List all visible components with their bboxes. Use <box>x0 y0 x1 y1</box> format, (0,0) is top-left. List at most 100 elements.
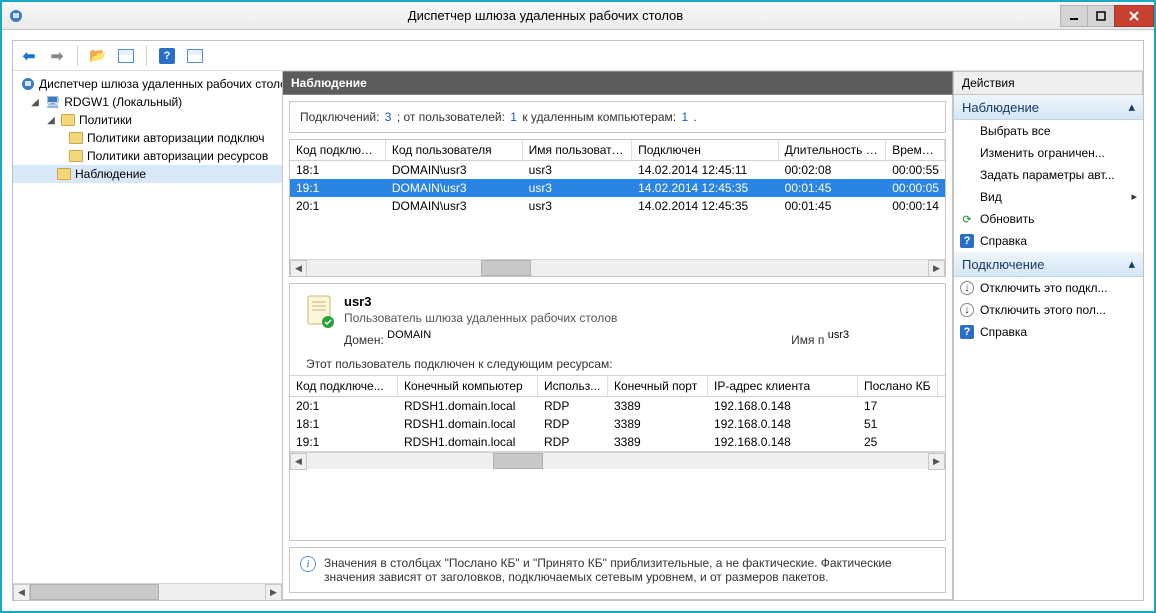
window-controls <box>1061 5 1154 27</box>
close-button[interactable] <box>1114 5 1154 27</box>
table-cell: 17 <box>858 397 938 415</box>
table-cell: 192.168.0.148 <box>708 433 858 451</box>
column-header[interactable]: Использ... <box>538 376 608 396</box>
table-cell: DOMAIN\usr3 <box>386 179 523 197</box>
summary-value: 1 <box>681 110 688 124</box>
resources-grid: Код подключе...Конечный компьютерИспольз… <box>290 375 945 452</box>
action-item[interactable]: Изменить ограничен... <box>954 142 1143 164</box>
tree[interactable]: Диспетчер шлюза удаленных рабочих столов… <box>13 71 282 583</box>
table-cell: RDP <box>538 433 608 451</box>
column-header[interactable]: Код пользователя <box>386 140 523 160</box>
table-cell: 25 <box>858 433 938 451</box>
tree-hscroll[interactable]: ◀ ▶ <box>13 583 282 600</box>
group-title: Подключение <box>962 257 1044 272</box>
actions-group-monitoring[interactable]: Наблюдение ▴ <box>954 95 1143 120</box>
action-item[interactable]: ↓Отключить это подкл... <box>954 277 1143 299</box>
panel-button[interactable] <box>185 46 205 66</box>
detail-box: usr3 Пользователь шлюза удаленных рабочи… <box>289 283 946 541</box>
scroll-thumb[interactable] <box>481 260 531 276</box>
column-header[interactable]: Длительность по... <box>779 140 887 160</box>
column-header[interactable]: Код подключен... <box>290 140 386 160</box>
scroll-left-button[interactable]: ◀ <box>290 453 307 470</box>
action-item[interactable]: ⟳Обновить <box>954 208 1143 230</box>
info-icon: i <box>300 556 316 572</box>
nav-forward-button[interactable]: ➡ <box>47 46 67 66</box>
column-header[interactable]: Время ... <box>886 140 945 160</box>
table-row[interactable]: 20:1RDSH1.domain.localRDP3389192.168.0.1… <box>290 397 945 415</box>
folder-icon <box>69 132 83 144</box>
name-value: usr3 <box>828 329 849 341</box>
table-cell: 00:01:45 <box>779 179 887 197</box>
table-cell: 19:1 <box>290 179 386 197</box>
table-row[interactable]: 18:1DOMAIN\usr3usr314.02.2014 12:45:1100… <box>290 161 945 179</box>
table-cell: 00:00:05 <box>886 179 945 197</box>
actions-group-connection[interactable]: Подключение ▴ <box>954 252 1143 277</box>
tree-root[interactable]: Диспетчер шлюза удаленных рабочих столов <box>13 75 282 93</box>
help-button[interactable]: ? <box>157 46 177 66</box>
toolbar: ⬅ ➡ 📂 ? <box>13 41 1143 71</box>
action-item[interactable]: ?Справка <box>954 321 1143 343</box>
maximize-button[interactable] <box>1087 5 1115 27</box>
grid-hscroll[interactable]: ◀ ▶ <box>290 259 945 276</box>
collapse-icon[interactable]: ◢ <box>45 115 57 126</box>
tree-server[interactable]: ◢ 🖥 RDGW1 (Локальный) <box>13 93 282 111</box>
detail-hscroll[interactable]: ◀ ▶ <box>290 452 945 469</box>
minimize-button[interactable] <box>1060 5 1088 27</box>
scroll-left-button[interactable]: ◀ <box>290 260 307 277</box>
table-cell: RDP <box>538 415 608 433</box>
tree-label: Диспетчер шлюза удаленных рабочих столов <box>39 77 282 91</box>
scroll-right-button[interactable]: ▶ <box>265 584 282 601</box>
name-label: Имя п <box>791 333 824 347</box>
toolbar-separator <box>146 46 147 66</box>
window-title: Диспетчер шлюза удаленных рабочих столов <box>30 8 1061 23</box>
table-row[interactable]: 19:1RDSH1.domain.localRDP3389192.168.0.1… <box>290 433 945 451</box>
app-window: Диспетчер шлюза удаленных рабочих столов… <box>0 0 1156 613</box>
collapse-icon[interactable]: ◢ <box>29 97 41 108</box>
collapse-icon: ▴ <box>1128 256 1135 272</box>
action-item[interactable]: ↓Отключить этого пол... <box>954 299 1143 321</box>
scroll-track[interactable] <box>30 584 265 600</box>
scroll-thumb[interactable] <box>30 584 159 600</box>
scroll-track[interactable] <box>307 453 928 469</box>
action-item[interactable]: Задать параметры авт... <box>954 164 1143 186</box>
detail-username: usr3 <box>344 294 929 309</box>
action-item[interactable]: ?Справка <box>954 230 1143 252</box>
column-header[interactable]: Код подключе... <box>290 376 398 396</box>
summary-label: к удаленным компьютерам: <box>522 110 676 124</box>
table-row[interactable]: 19:1DOMAIN\usr3usr314.02.2014 12:45:3500… <box>290 179 945 197</box>
action-item[interactable]: Вид <box>954 186 1143 208</box>
tree-monitoring[interactable]: Наблюдение <box>13 165 282 183</box>
scroll-right-button[interactable]: ▶ <box>928 260 945 277</box>
table-row[interactable]: 20:1DOMAIN\usr3usr314.02.2014 12:45:3500… <box>290 197 945 215</box>
scroll-left-button[interactable]: ◀ <box>13 584 30 601</box>
column-header[interactable]: IP-адрес клиента <box>708 376 858 396</box>
column-header[interactable]: Конечный порт <box>608 376 708 396</box>
summary-box: Подключений: 3 ; от пользователей: 1 к у… <box>289 101 946 133</box>
grid-header: Код подключен...Код пользователяИмя поль… <box>290 140 945 161</box>
up-folder-button[interactable]: 📂 <box>88 46 108 66</box>
main-frame: ⬅ ➡ 📂 ? <box>12 40 1144 601</box>
folder-icon <box>61 114 75 126</box>
scroll-track[interactable] <box>307 260 928 276</box>
scroll-thumb[interactable] <box>493 453 543 469</box>
table-cell: 192.168.0.148 <box>708 397 858 415</box>
tree-label: Наблюдение <box>75 167 146 181</box>
table-row[interactable]: 18:1RDSH1.domain.localRDP3389192.168.0.1… <box>290 415 945 433</box>
action-item[interactable]: Выбрать все <box>954 120 1143 142</box>
table-cell: 18:1 <box>290 415 398 433</box>
table-cell: 00:01:45 <box>779 197 887 215</box>
scroll-right-button[interactable]: ▶ <box>928 453 945 470</box>
tree-policies[interactable]: ◢ Политики <box>13 111 282 129</box>
summary-label: . <box>693 110 696 124</box>
tree-policy-conn[interactable]: Политики авторизации подключ <box>13 129 282 147</box>
column-header[interactable]: Имя пользователя <box>523 140 632 160</box>
panel-toggle-button[interactable] <box>116 46 136 66</box>
nav-back-button[interactable]: ⬅ <box>19 46 39 66</box>
app-icon <box>8 8 24 24</box>
tree-policy-res[interactable]: Политики авторизации ресурсов <box>13 147 282 165</box>
column-header[interactable]: Подключен <box>632 140 779 160</box>
table-cell: 00:02:08 <box>779 161 887 179</box>
column-header[interactable]: Послано КБ <box>858 376 938 396</box>
center-body: Подключений: 3 ; от пользователей: 1 к у… <box>283 95 953 600</box>
column-header[interactable]: Конечный компьютер <box>398 376 538 396</box>
